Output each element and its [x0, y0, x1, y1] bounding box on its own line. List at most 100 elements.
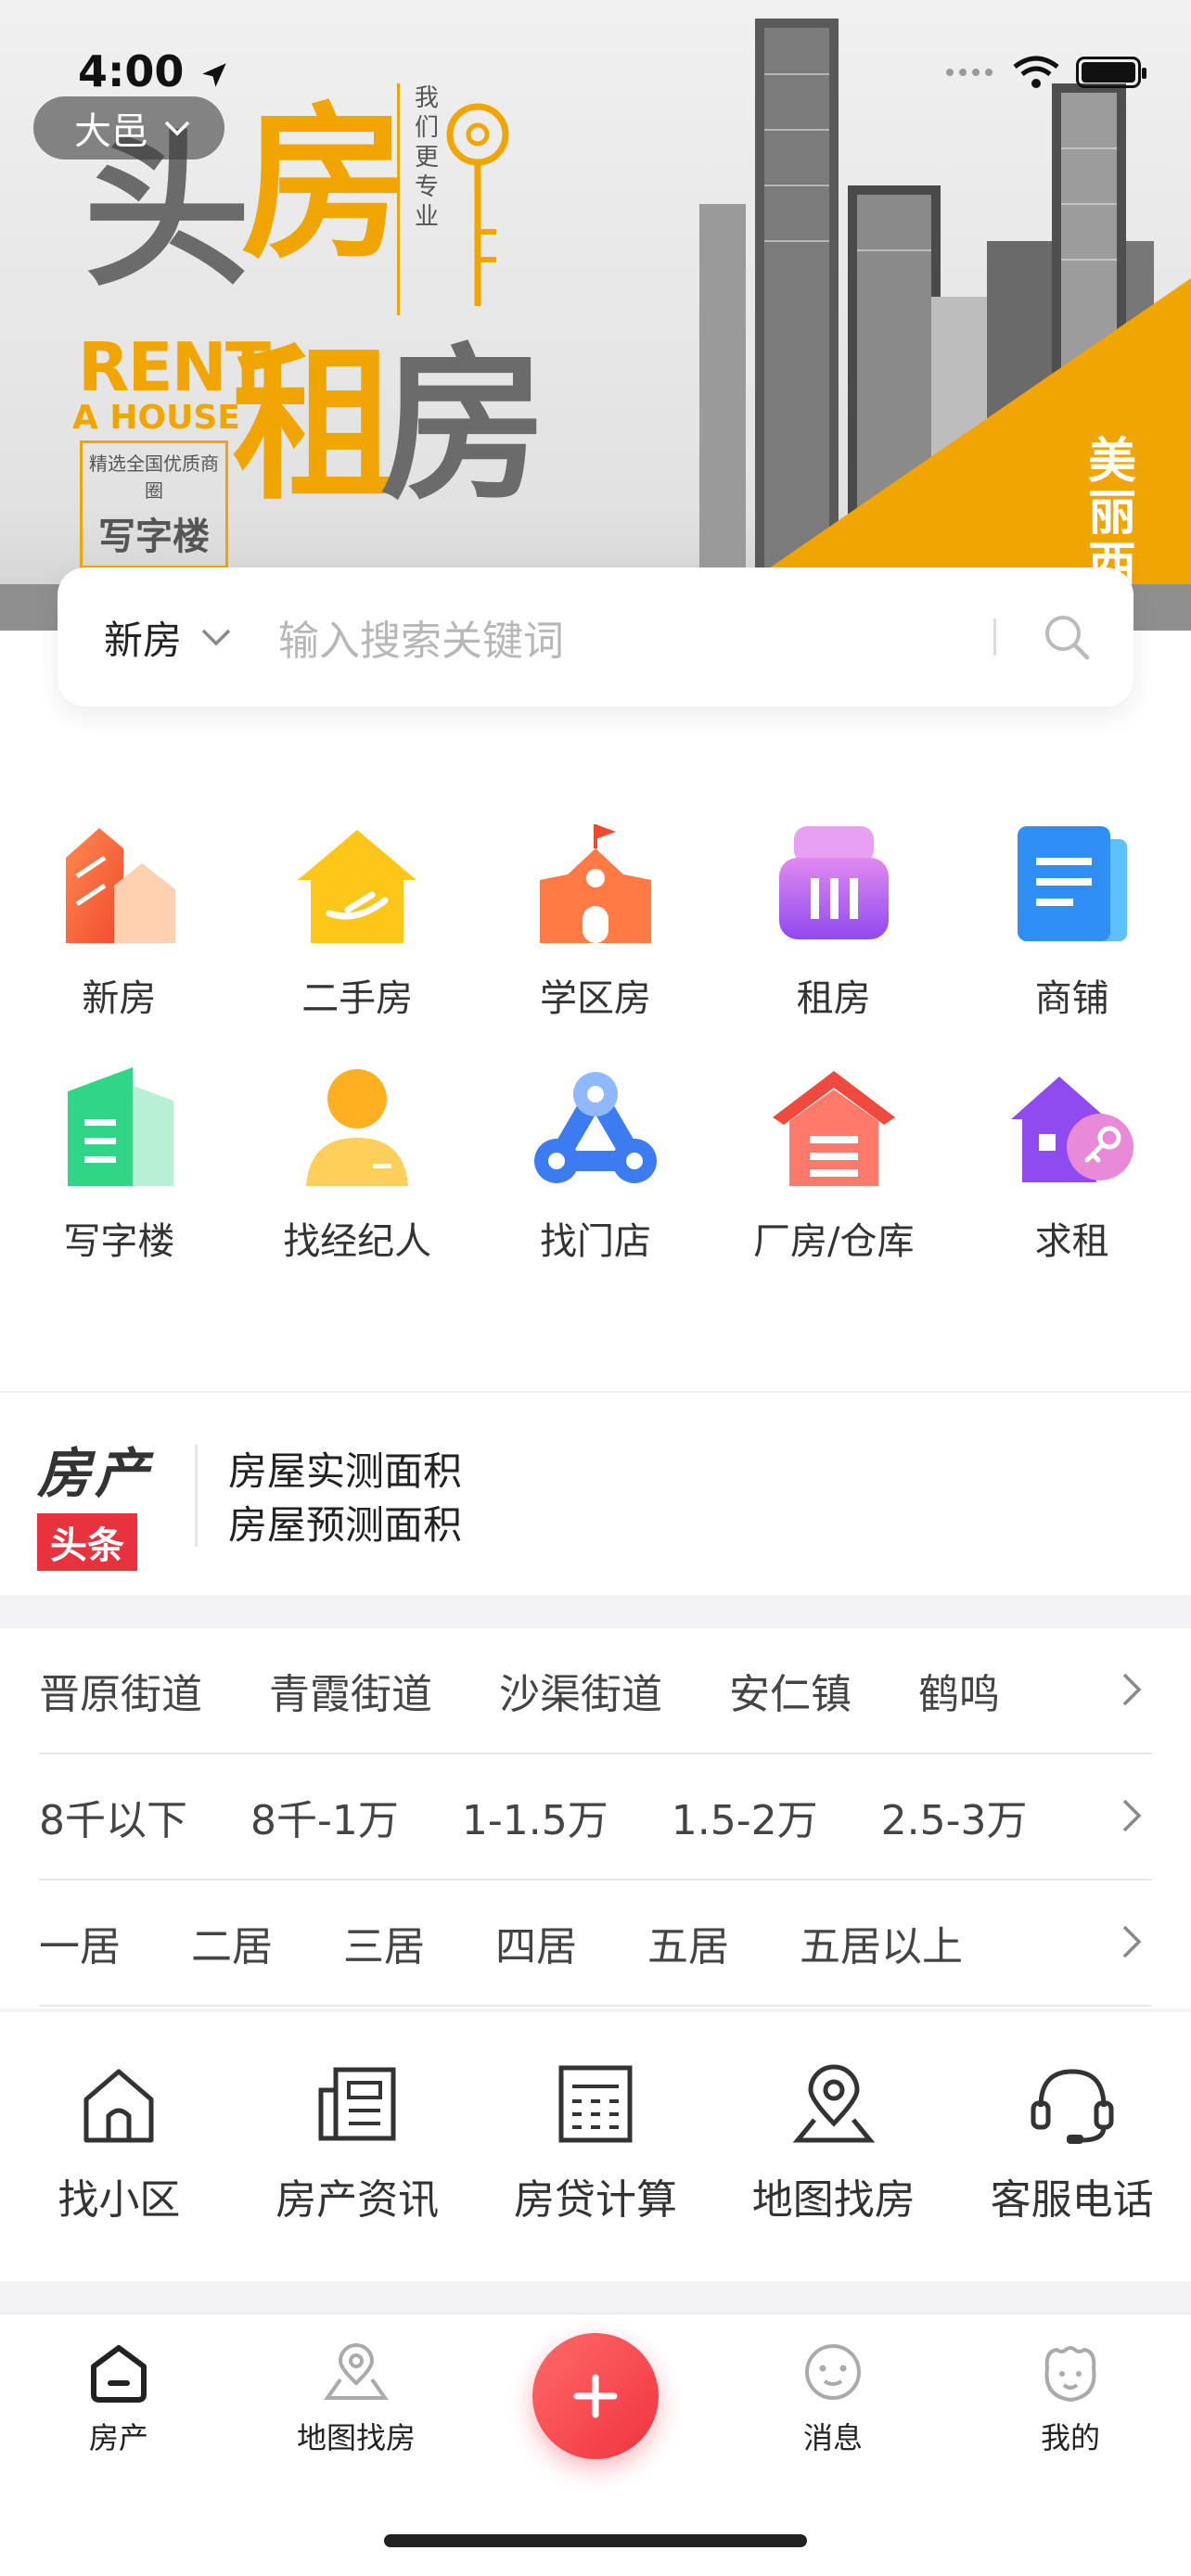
banner-title-char-3: 租 [232, 329, 399, 523]
filter-option[interactable]: 8千以下 [39, 1787, 187, 1846]
category-shop[interactable]: 商铺 [953, 816, 1191, 1022]
banner-divider [397, 83, 400, 315]
category-label: 写字楼 [63, 1220, 175, 1263]
filter-option[interactable]: 8千-1万 [250, 1787, 399, 1846]
chat-bubble-icon [805, 2344, 861, 2400]
search-type-selector[interactable]: 新房 [104, 609, 232, 666]
category-second-hand-house[interactable]: 二手房 [238, 816, 477, 1022]
headset-icon [1031, 2069, 1114, 2144]
headline-item[interactable]: 房屋预测面积 [228, 1498, 462, 1552]
headline-logo-top: 房产 [37, 1442, 153, 1505]
category-seek-rent[interactable]: 求租 [953, 1059, 1191, 1265]
category-agent[interactable]: 找经纪人 [238, 1059, 477, 1265]
search-input[interactable]: 输入搜索关键词 [278, 607, 993, 667]
tab-label: 地图找房 [296, 2420, 416, 2455]
tab-label: 我的 [1040, 2420, 1100, 2455]
filter-option[interactable]: 安仁镇 [729, 1661, 852, 1720]
category-store[interactable]: 找门店 [477, 1059, 715, 1265]
map-pin-icon [792, 2064, 876, 2143]
headline-item[interactable]: 房屋实测面积 [228, 1445, 462, 1498]
profile-face-icon [1044, 2346, 1096, 2403]
banner-title-char-2: 房 [241, 88, 408, 282]
city-selector-label: 大邑 [74, 110, 148, 153]
category-label: 二手房 [301, 977, 414, 1020]
status-indicators [944, 56, 1146, 89]
headline-section[interactable]: 房产 头条 房屋实测面积 房屋预测面积 [0, 1391, 1191, 1595]
category-label: 租房 [796, 977, 871, 1020]
tool-map-search[interactable]: 地图找房 [714, 2012, 953, 2281]
warehouse-icon [764, 1059, 903, 1198]
headline-logo-badge: 头条 [37, 1513, 137, 1571]
tab-messages[interactable]: 消息 [749, 2342, 916, 2457]
agent-icon [288, 1059, 427, 1198]
filter-section: 晋原街道 青霞街道 沙渠街道 安仁镇 鹤鸣 8千以下 8千-1万 1-1.5万 … [0, 1628, 1191, 2009]
plus-icon [573, 2374, 618, 2418]
tool-label: 地图找房 [751, 2176, 916, 2224]
new-house-icon [49, 816, 188, 955]
search-type-label: 新房 [104, 617, 183, 663]
filter-row-price: 8千以下 8千-1万 1-1.5万 1.5-2万 2.5-3万 [39, 1754, 1152, 1881]
search-icon[interactable] [1043, 613, 1091, 661]
shop-icon [1003, 816, 1142, 955]
banner-slogan: 我们更专业 [414, 84, 439, 231]
category-warehouse[interactable]: 厂房/仓库 [714, 1059, 953, 1265]
filter-option[interactable]: 五居 [647, 1913, 729, 1972]
filter-option[interactable]: 一居 [39, 1913, 121, 1972]
category-label: 学区房 [539, 977, 651, 1020]
category-school-district[interactable]: 学区房 [477, 816, 715, 1022]
chevron-right-icon[interactable] [1121, 1671, 1143, 1708]
banner-badge-title: 写字楼 [98, 516, 210, 558]
tool-label: 房贷计算 [513, 2176, 677, 2224]
quick-tools: 找小区 房产资讯 房贷计算 地图找房 客服电话 [0, 2012, 1191, 2281]
category-grid: 新房 二手房 学区房 租房 商铺 写字楼 找经纪人 找门店 厂房/仓库 求租 [0, 816, 1191, 1265]
search-divider [993, 618, 996, 656]
category-office-building[interactable]: 写字楼 [0, 1059, 238, 1265]
tool-find-community[interactable]: 找小区 [0, 2012, 238, 2281]
filter-option[interactable]: 三居 [343, 1913, 425, 1972]
chevron-down-icon [164, 121, 190, 136]
filter-option[interactable]: 五居以上 [800, 1913, 963, 1972]
chevron-down-icon [201, 629, 231, 646]
tab-map[interactable]: 地图找房 [273, 2342, 440, 2457]
tool-label: 客服电话 [990, 2176, 1154, 2224]
tab-home[interactable]: 房产 [35, 2342, 202, 2457]
map-tab-icon [324, 2343, 389, 2400]
filter-option[interactable]: 1-1.5万 [462, 1787, 608, 1846]
tool-customer-service[interactable]: 客服电话 [953, 2012, 1191, 2281]
house-outline-icon [83, 2069, 154, 2143]
chevron-right-icon[interactable] [1121, 1797, 1143, 1834]
tab-label: 消息 [802, 2420, 863, 2455]
tab-mine[interactable]: 我的 [987, 2342, 1154, 2457]
filter-row-rooms: 一居 二居 三居 四居 五居 五居以上 [39, 1881, 1152, 2007]
filter-option[interactable]: 四居 [495, 1913, 577, 1972]
filter-option[interactable]: 二居 [191, 1913, 273, 1972]
filter-option[interactable]: 青霞街道 [269, 1661, 432, 1720]
filter-option[interactable]: 晋原街道 [39, 1661, 202, 1720]
filter-option[interactable]: 鹤鸣 [918, 1661, 1000, 1720]
headline-logo: 房产 头条 [37, 1430, 152, 1571]
tool-mortgage-calculator[interactable]: 房贷计算 [477, 2012, 715, 2281]
category-label: 找经纪人 [283, 1220, 432, 1263]
chevron-right-icon[interactable] [1121, 1923, 1143, 1960]
status-time: 4:00 [78, 46, 230, 96]
filter-option[interactable]: 沙渠街道 [499, 1661, 662, 1720]
school-district-icon [526, 816, 665, 955]
banner-badge-desc: 精选全国优质商圈 [89, 453, 219, 502]
filter-option[interactable]: 1.5-2万 [672, 1787, 818, 1846]
category-new-house[interactable]: 新房 [0, 816, 238, 1022]
office-building-icon [49, 1059, 188, 1198]
city-selector[interactable]: 大邑 [33, 96, 224, 159]
category-rent[interactable]: 租房 [714, 816, 953, 1022]
add-post-button[interactable] [532, 2333, 659, 2459]
cellular-signal-icon [946, 69, 992, 76]
home-indicator [384, 2534, 807, 2547]
category-label: 厂房/仓库 [753, 1220, 915, 1263]
banner-office-badge: 精选全国优质商圈 写字楼 [80, 440, 228, 568]
seek-rent-icon [1003, 1059, 1142, 1198]
calculator-icon [558, 2065, 633, 2143]
tool-news[interactable]: 房产资讯 [238, 2012, 477, 2281]
search-bar[interactable]: 新房 输入搜索关键词 [58, 567, 1133, 707]
home-tab-icon [91, 2345, 147, 2403]
filter-option[interactable]: 2.5-3万 [881, 1787, 1028, 1846]
headline-list: 房屋实测面积 房屋预测面积 [228, 1445, 462, 1552]
